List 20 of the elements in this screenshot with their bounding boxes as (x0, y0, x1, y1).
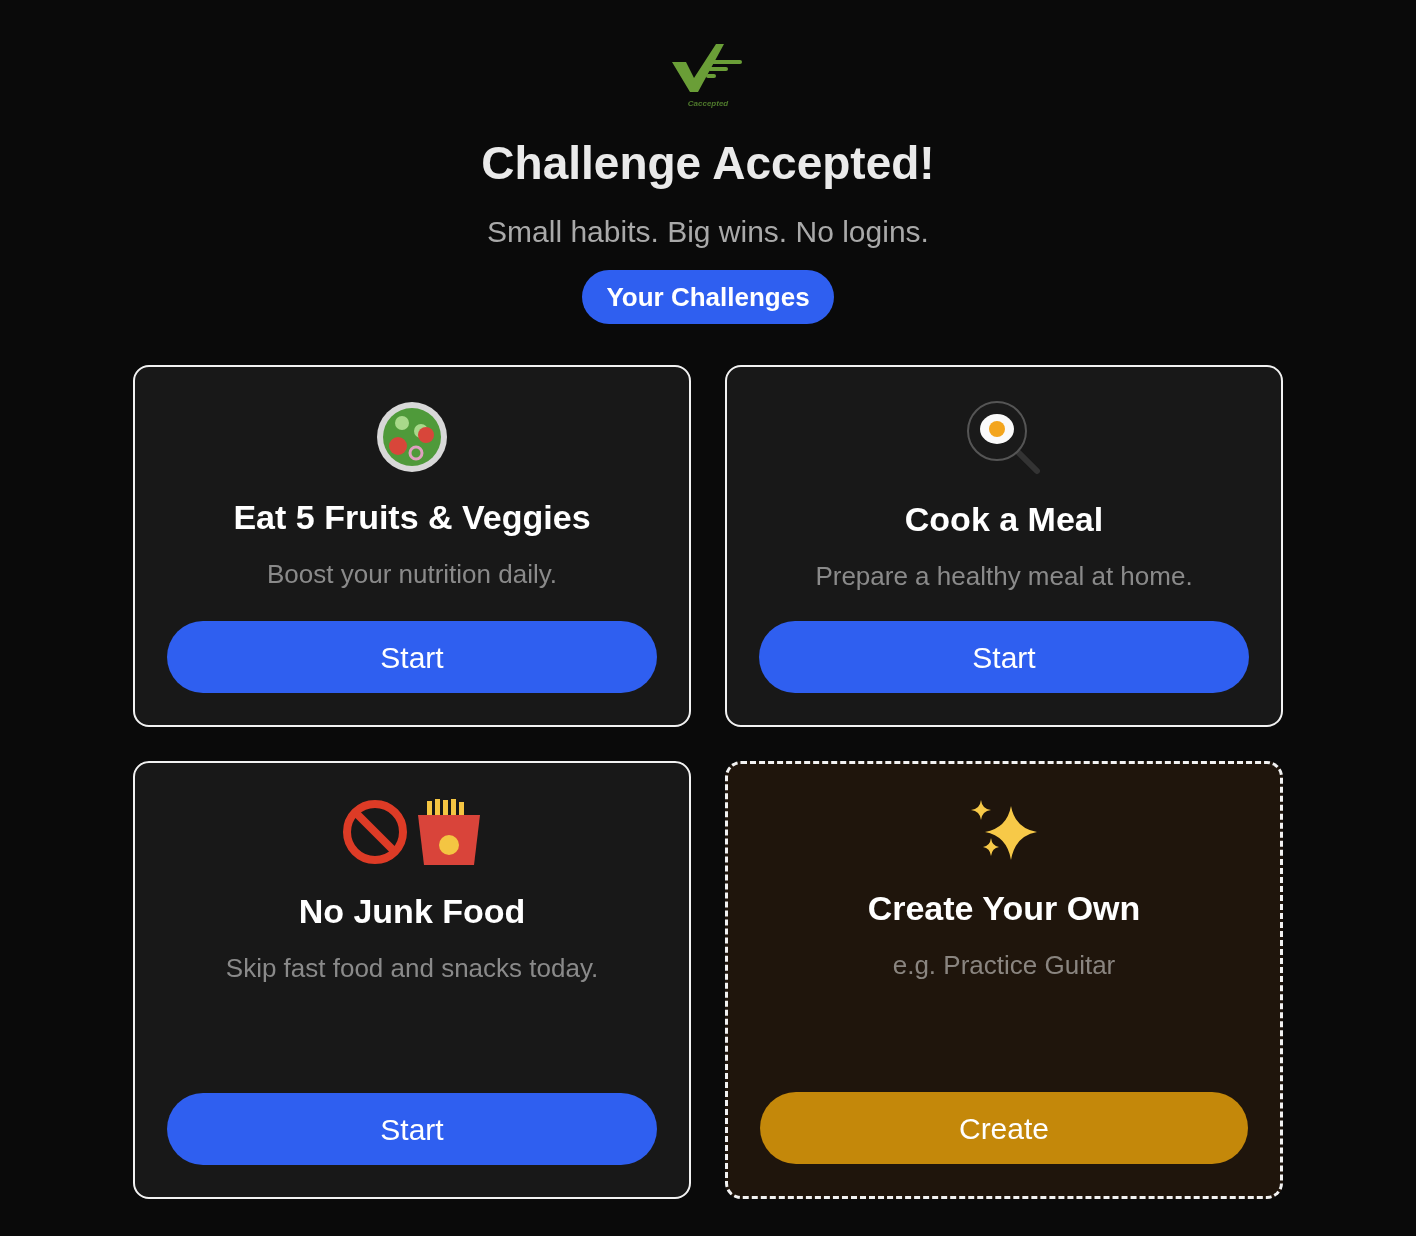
create-button[interactable]: Create (760, 1092, 1248, 1165)
no-fries-icon (342, 797, 482, 868)
page-subtitle: Small habits. Big wins. No logins. (486, 214, 930, 248)
page-title: Challenge Accepted! (480, 138, 936, 189)
logo-caption: Caccepted (687, 100, 729, 108)
start-button[interactable]: Start (167, 1093, 657, 1166)
start-button[interactable]: Start (167, 621, 657, 694)
card-description: e.g. Practice Guitar (892, 949, 1116, 981)
card-title: Create Your Own (867, 890, 1141, 928)
card-title: No Junk Food (298, 893, 526, 931)
salad-bowl-icon (376, 401, 448, 474)
start-button[interactable]: Start (759, 621, 1249, 694)
card-description: Prepare a healthy meal at home. (815, 560, 1193, 592)
card-description: Skip fast food and snacks today. (225, 952, 599, 984)
card-title: Eat 5 Fruits & Veggies (233, 499, 591, 537)
your-challenges-button[interactable]: Your Challenges (582, 269, 834, 325)
checkmark-logo-icon (672, 44, 744, 92)
frying-pan-egg-icon (967, 401, 1041, 476)
card-description: Boost your nutrition daily. (267, 558, 557, 590)
card-title: Cook a Meal (904, 501, 1104, 539)
